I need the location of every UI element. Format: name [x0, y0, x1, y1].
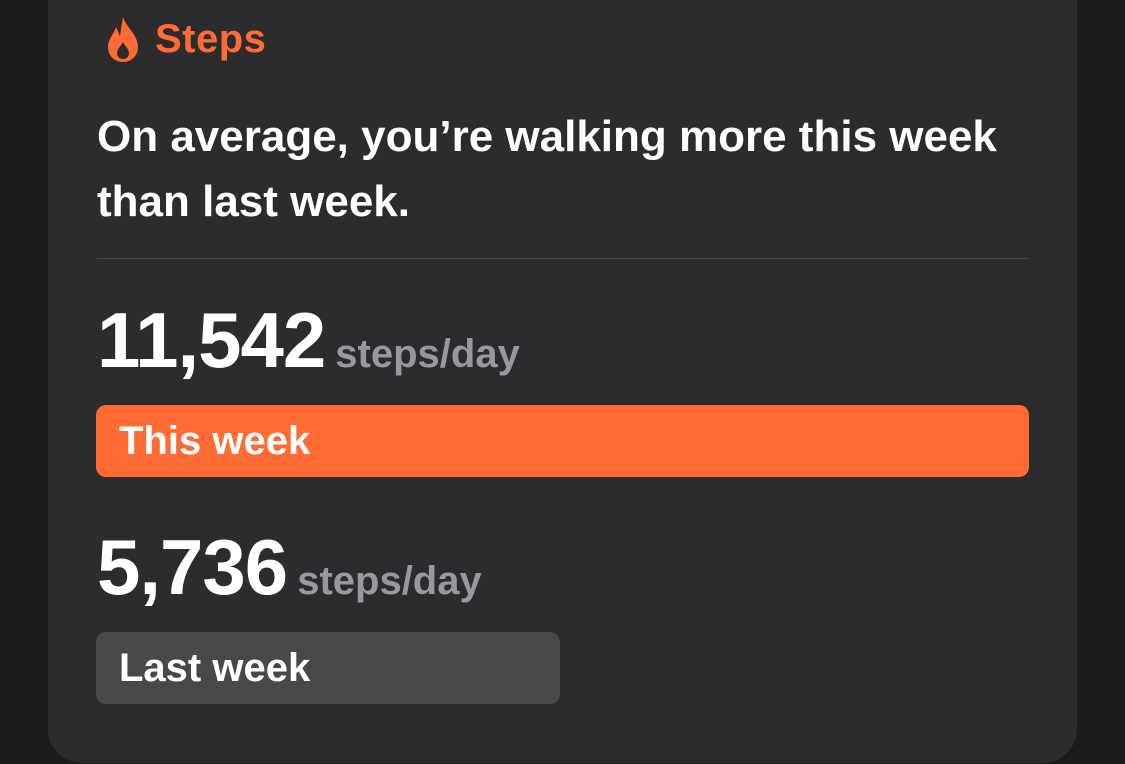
last-week-unit: steps/day	[297, 559, 482, 603]
flame-icon	[108, 17, 138, 62]
divider	[97, 258, 1029, 259]
last-week-bar: Last week	[96, 632, 560, 704]
last-week-value: 5,736	[97, 523, 288, 611]
this-week-stat: 11,542 steps/day	[97, 295, 520, 386]
this-week-unit: steps/day	[335, 332, 520, 376]
this-week-label: This week	[119, 418, 311, 463]
card-title: Steps	[155, 16, 267, 61]
last-week-label: Last week	[119, 645, 311, 690]
this-week-value: 11,542	[97, 296, 326, 384]
last-week-stat: 5,736 steps/day	[97, 522, 482, 613]
this-week-bar: This week	[96, 405, 1029, 477]
card-header: Steps	[105, 14, 266, 64]
summary-headline: On average, you’re walking more this wee…	[97, 112, 997, 226]
